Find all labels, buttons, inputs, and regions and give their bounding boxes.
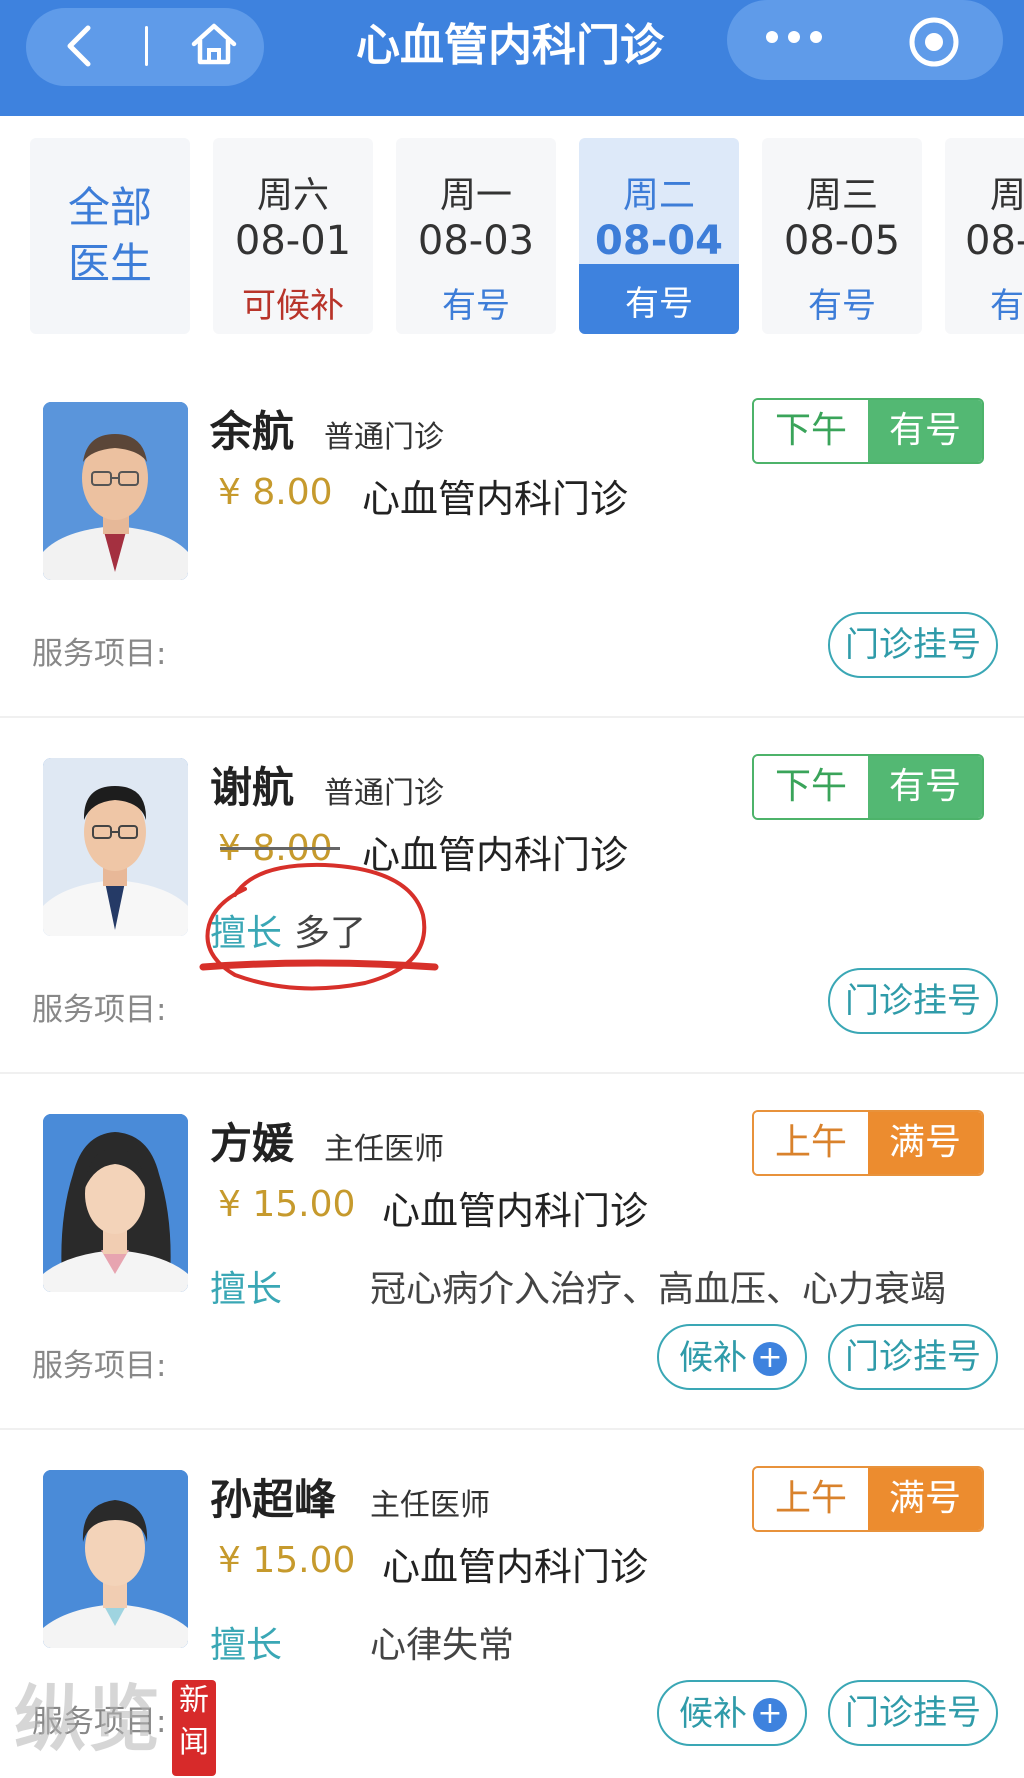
doctor-photo [43,1114,188,1292]
expertise-text: 冠心病介入治疗、高血压、心力衰竭 [370,1269,947,1310]
waitlist-button[interactable]: 候补 + [657,1324,807,1390]
watermark-badge: 新 闻 [172,1680,216,1776]
date-tab-partial[interactable]: 周 08- 有 [945,138,1024,334]
target-icon[interactable] [906,14,962,70]
doctor-title: 普通门诊 [324,420,444,455]
chevron-left-icon[interactable] [60,22,100,70]
slot-status-badge[interactable]: 下午 有号 [752,398,984,464]
watermark-logo: 纵览 [14,1677,163,1761]
slot-period: 上午 [754,1112,868,1174]
date-tab-weekday: 周 [990,175,1024,216]
date-tab-date: 08-03 [417,218,535,264]
home-icon[interactable] [188,18,240,70]
expertise-text: 心律失常 [370,1625,515,1666]
fee-department: 心血管内科门诊 [362,477,629,521]
watermark-badge-line1: 新 [179,1683,209,1718]
capsule-divider [145,26,148,66]
slot-availability: 有号 [868,400,982,462]
annotation-circle [199,862,439,991]
register-button[interactable]: 门诊挂号 [828,1680,998,1746]
register-button[interactable]: 门诊挂号 [828,968,998,1034]
slot-availability: 有号 [868,756,982,818]
date-tab-weekday: 周二 [622,175,695,216]
doctor-name: 谢航 [210,763,295,812]
app-header: 心血管内科门诊 [0,0,1024,116]
fee-amount: ¥ 15.00 [218,1540,356,1581]
slot-availability: 满号 [868,1112,982,1174]
date-tab-status: 有 [990,286,1024,326]
register-button[interactable]: 门诊挂号 [828,612,998,678]
date-tab-status: 有号 [442,286,510,326]
expertise-label: 擅长 [210,1625,283,1666]
male-avatar-image [43,1470,188,1648]
service-items-label: 服务项目: [32,992,167,1028]
register-button[interactable]: 门诊挂号 [828,1324,998,1390]
date-tab-date: 08- [965,218,1024,264]
date-tab-0805[interactable]: 周三 08-05 有号 [762,138,922,334]
date-tab-0804-active[interactable]: 周二 08-04 有号 [579,138,739,334]
slot-status-badge[interactable]: 上午 满号 [752,1110,984,1176]
slot-period: 下午 [754,756,868,818]
slot-period: 下午 [754,400,868,462]
doctor-name: 方媛 [210,1119,295,1168]
date-filter-bar: 全部 医生 周六 08-01 可候补 周一 08-03 有号 周二 08-04 … [0,116,1024,356]
slot-availability: 满号 [868,1468,982,1530]
doctor-card[interactable]: 谢航 普通门诊 ¥ 8.00 心血管内科门诊 擅长 多了 下午 有号 服务项目:… [0,718,1024,1074]
date-tab-status: 可候补 [242,286,344,326]
waitlist-label: 候补 [679,1694,747,1734]
expertise-label: 擅长 [210,1269,283,1310]
service-items-label: 服务项目: [32,1348,167,1384]
date-tab-weekday: 周三 [805,175,878,216]
page-title: 心血管内科门诊 [356,20,664,71]
doctor-photo [43,402,188,580]
date-tab-weekday: 周六 [256,175,329,216]
doctor-title: 普通门诊 [324,776,444,811]
all-doctors-tab[interactable]: 全部 医生 [30,138,190,334]
slot-status-badge[interactable]: 下午 有号 [752,754,984,820]
slot-period: 上午 [754,1468,868,1530]
fee-amount: ¥ 8.00 [218,472,333,513]
all-doctors-label-2: 医生 [67,239,152,288]
date-tab-date: 08-04 [595,218,723,264]
female-avatar-image [43,1114,188,1292]
fee-department: 心血管内科门诊 [382,1189,649,1233]
doctor-title: 主任医师 [370,1488,490,1523]
date-tab-0803[interactable]: 周一 08-03 有号 [396,138,556,334]
doctor-title: 主任医师 [324,1132,444,1167]
date-tab-status: 有号 [808,286,876,326]
more-dots-icon[interactable] [762,22,826,52]
plus-icon: + [753,1698,787,1732]
all-doctors-label-1: 全部 [67,183,152,232]
doctor-card[interactable]: 余航 普通门诊 ¥ 8.00 心血管内科门诊 下午 有号 服务项目: 门诊挂号 [0,362,1024,718]
date-tab-0801[interactable]: 周六 08-01 可候补 [213,138,373,334]
date-tab-date: 08-01 [234,218,352,264]
plus-icon: + [753,1342,787,1376]
waitlist-button[interactable]: 候补 + [657,1680,807,1746]
date-tab-weekday: 周一 [439,175,512,216]
doctor-photo [43,758,188,936]
doctor-name: 余航 [210,407,295,456]
fee-amount: ¥ 15.00 [218,1184,356,1225]
slot-status-badge[interactable]: 上午 满号 [752,1466,984,1532]
doctor-name: 孙超峰 [210,1475,337,1524]
strikethrough-mark [220,847,340,850]
date-tab-status: 有号 [625,284,693,324]
watermark-badge-line2: 闻 [179,1725,209,1760]
service-items-label: 服务项目: [32,636,167,672]
doctor-photo [43,1470,188,1648]
waitlist-label: 候补 [679,1338,747,1378]
date-tab-date: 08-05 [783,218,901,264]
doctor-portrait-image [43,758,188,936]
fee-department: 心血管内科门诊 [382,1545,649,1589]
doctor-card[interactable]: 方媛 主任医师 ¥ 15.00 心血管内科门诊 擅长 冠心病介入治疗、高血压、心… [0,1074,1024,1430]
doctor-portrait-image [43,402,188,580]
